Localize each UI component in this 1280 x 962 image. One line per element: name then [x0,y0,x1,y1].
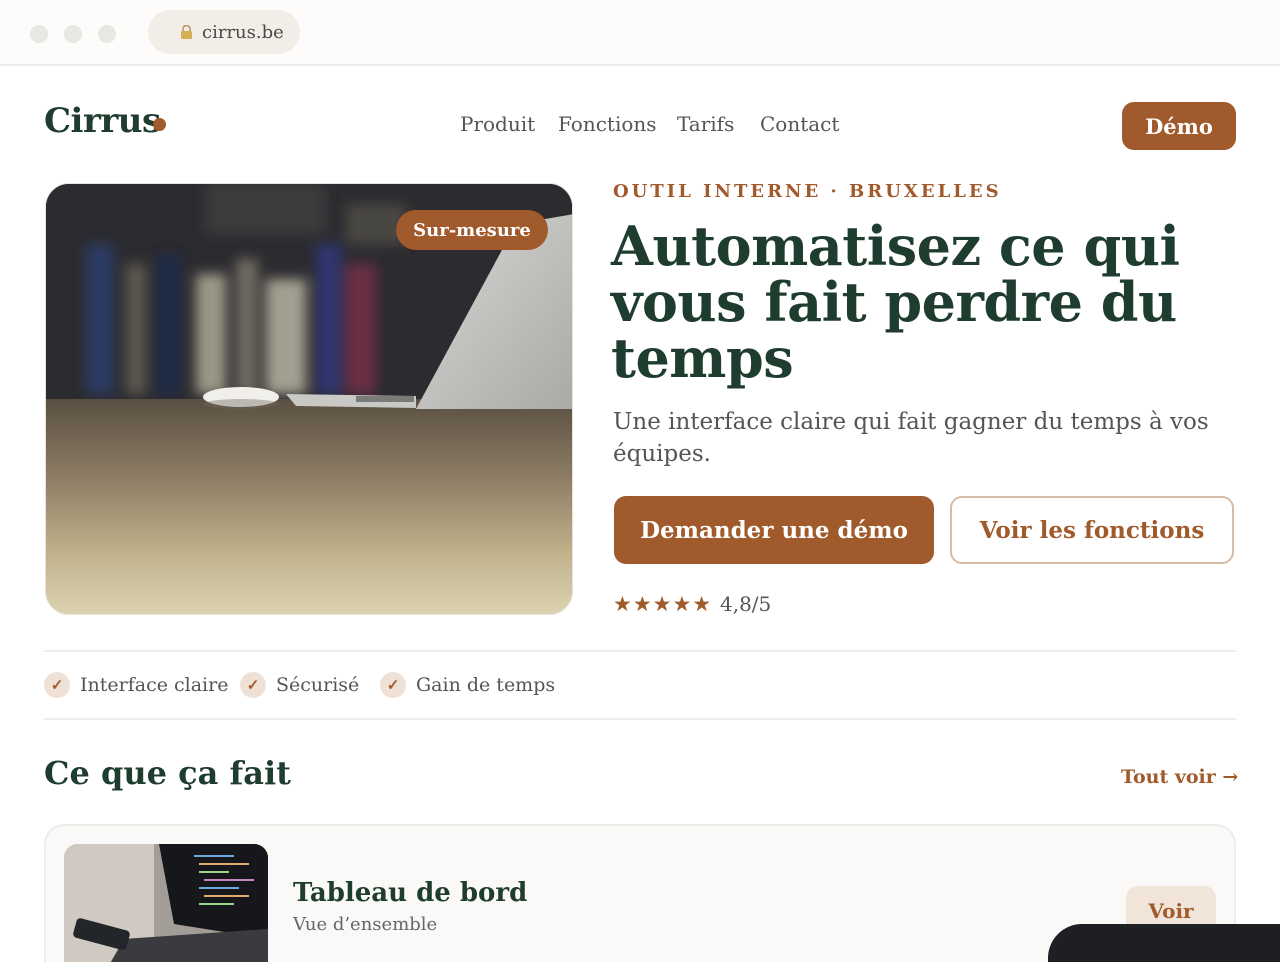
address-bar[interactable]: cirrus.be [148,10,300,54]
card-image [64,844,268,962]
lock-icon [181,25,192,39]
feature-item: ✓ Interface claire [44,672,228,698]
card-title: Tableau de bord [293,878,528,908]
card-subtitle: Vue d’ensemble [293,914,438,935]
logo-dot-icon [153,118,166,131]
feature-label: Gain de temps [416,674,556,696]
star-rating-icon: ★★★★★ [613,592,713,616]
hero-subtitle: Une interface claire qui fait gagner du … [613,409,1209,467]
window-minimize-dot[interactable] [64,25,82,43]
demo-button[interactable]: Démo [1122,102,1236,150]
section-title: Ce que ça fait [44,754,291,792]
request-demo-button[interactable]: Demander une démo [614,496,934,564]
nav-item-contact[interactable]: Contact [760,112,839,136]
check-icon: ✓ [380,672,406,698]
check-icon: ✓ [240,672,266,698]
hero-badge: Sur-mesure [396,210,548,250]
floating-toolbar[interactable] [1048,924,1280,962]
feature-item: ✓ Sécurisé [240,672,359,698]
nav-item-fonctions[interactable]: Fonctions [558,112,657,136]
feature-item: ✓ Gain de temps [380,672,555,698]
feature-label: Interface claire [80,674,229,696]
laptop-code-illustration [64,844,268,962]
rating-value: 4,8/5 [720,592,772,616]
window-maximize-dot[interactable] [98,25,116,43]
view-features-button[interactable]: Voir les fonctions [950,496,1234,564]
see-all-link[interactable]: Tout voir → [1121,766,1238,788]
window-close-dot[interactable] [30,25,48,43]
check-icon: ✓ [44,672,70,698]
divider [44,718,1236,720]
hero-eyebrow: OUTIL INTERNE · BRUXELLES [613,181,1002,202]
nav-item-tarifs[interactable]: Tarifs [677,112,734,136]
logo[interactable]: Cirrus [44,104,161,138]
feature-label: Sécurisé [276,674,360,696]
hero-headline: Automatisez ce qui vous fait perdre du t… [611,214,1180,390]
nav-item-produit[interactable]: Produit [460,112,535,136]
divider [44,650,1236,652]
browser-chrome: cirrus.be [0,0,1280,66]
